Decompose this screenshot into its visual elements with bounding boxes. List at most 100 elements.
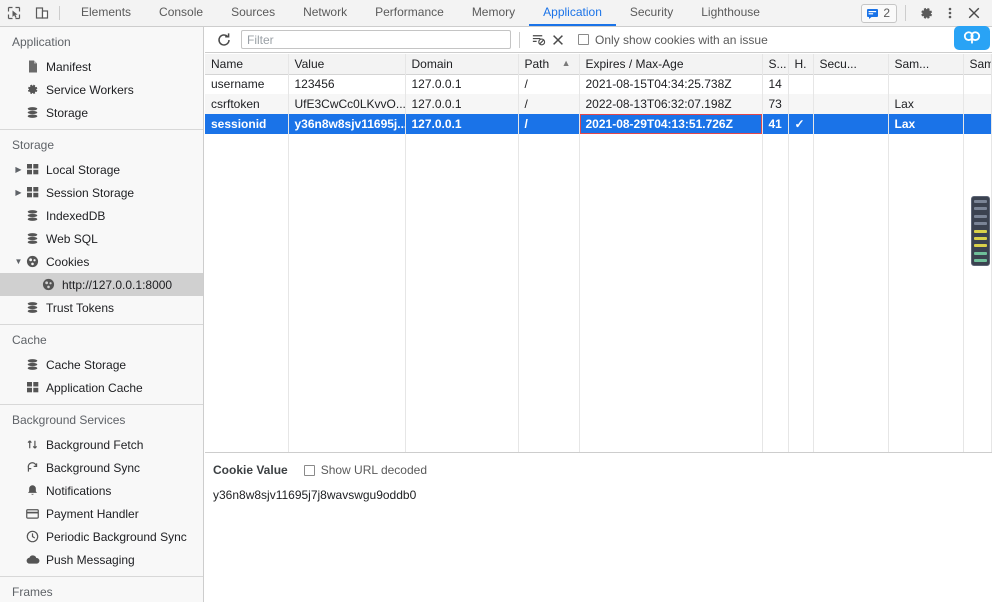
database-icon: [24, 106, 41, 119]
clear-filtered-icon[interactable]: [528, 32, 548, 47]
section-title-storage: Storage: [12, 138, 55, 152]
sidebar-item-label: Periodic Background Sync: [46, 529, 187, 544]
column-header-name[interactable]: Name: [205, 54, 289, 75]
sidebar-item-manifest[interactable]: Manifest: [0, 55, 203, 78]
cell-name: sessionid: [205, 114, 289, 134]
meter-bar: [974, 244, 987, 248]
sidebar-item-notifications[interactable]: Notifications: [0, 479, 203, 502]
column-header-secure[interactable]: Secu...: [813, 54, 889, 75]
panel-tabs: Elements Console Sources Network Perform…: [67, 0, 774, 26]
sidebar-item-label: IndexedDB: [46, 208, 106, 223]
sidebar-item-background-sync[interactable]: Background Sync: [0, 456, 203, 479]
sidebar-item-cache-storage[interactable]: Cache Storage: [0, 353, 203, 376]
cell-expires: 2021-08-29T04:13:51.726Z: [579, 114, 763, 134]
cloud-link-icon[interactable]: [954, 26, 990, 50]
checkbox-box[interactable]: [578, 34, 589, 45]
column-header-samesite[interactable]: Sam...: [888, 54, 964, 75]
tab-label: Elements: [81, 5, 132, 19]
toolbar-divider-2: [905, 5, 906, 21]
sidebar-item-cookie-origin[interactable]: http://127.0.0.1:8000: [0, 273, 203, 296]
sidebar-item-label: Storage: [46, 105, 89, 120]
column-header-value[interactable]: Value: [288, 54, 406, 75]
chevron-down-icon[interactable]: ▼: [13, 257, 24, 266]
sidebar-item-periodic-background-sync[interactable]: Periodic Background Sync: [0, 525, 203, 548]
column-label: Path: [524, 56, 550, 71]
sidebar-item-session-storage[interactable]: ▶ Session Storage: [0, 181, 203, 204]
section-title-application: Application: [12, 35, 71, 49]
column-header-expires[interactable]: Expires / Max-Age: [579, 54, 763, 75]
column-header-domain[interactable]: Domain: [405, 54, 519, 75]
cell-expires-text: 2021-08-29T04:13:51.726Z: [585, 117, 733, 131]
column-header-httponly[interactable]: H.: [788, 54, 814, 75]
cell-samesite: Lax: [888, 114, 964, 134]
message-count: 2: [883, 6, 890, 20]
sidebar-item-background-fetch[interactable]: Background Fetch: [0, 433, 203, 456]
inspect-cursor-icon[interactable]: [0, 0, 28, 26]
sidebar-item-application-cache[interactable]: Application Cache: [0, 376, 203, 399]
tab-label: Application: [543, 5, 602, 19]
cookies-table-container[interactable]: Name Value Domain Path ▲ Expires / Max-A…: [205, 54, 992, 452]
meter-bar: [974, 251, 987, 255]
show-url-decoded-checkbox[interactable]: Show URL decoded: [303, 463, 427, 477]
show-url-decoded-label: Show URL decoded: [320, 463, 427, 477]
cell-value: y36n8w8sjv11695j...: [288, 114, 406, 134]
close-icon[interactable]: [962, 2, 986, 24]
column-header-path[interactable]: Path ▲: [518, 54, 580, 75]
column-header-sameparty[interactable]: Sam...: [963, 54, 992, 75]
tab-label: Console: [159, 5, 204, 19]
column-header-size[interactable]: S...: [762, 54, 789, 75]
gear-icon[interactable]: [914, 2, 938, 24]
tab-sources[interactable]: Sources: [217, 0, 289, 26]
database-icon: [24, 358, 41, 371]
sidebar-item-push-messaging[interactable]: Push Messaging: [0, 548, 203, 571]
sidebar-item-local-storage[interactable]: ▶ Local Storage: [0, 158, 203, 181]
tab-performance[interactable]: Performance: [361, 0, 458, 26]
sidebar-item-web-sql[interactable]: Web SQL: [0, 227, 203, 250]
sidebar-item-service-workers[interactable]: Service Workers: [0, 78, 203, 101]
gear-icon: [24, 83, 41, 96]
cell-size: 14: [762, 74, 789, 94]
filterbar-divider: [519, 31, 520, 48]
cookies-table[interactable]: Name Value Domain Path ▲ Expires / Max-A…: [205, 54, 992, 134]
sidebar-item-trust-tokens[interactable]: Trust Tokens: [0, 296, 203, 319]
chevron-right-icon[interactable]: ▶: [13, 188, 24, 197]
message-count-badge[interactable]: 2: [861, 3, 897, 23]
issue-filter-checkbox[interactable]: Only show cookies with an issue: [578, 33, 768, 47]
refresh-icon[interactable]: [211, 32, 237, 48]
cell-httponly: ✓: [788, 114, 814, 134]
cell-samesite: Lax: [888, 94, 964, 114]
toolbar-divider: [59, 6, 60, 20]
sidebar-item-indexeddb[interactable]: IndexedDB: [0, 204, 203, 227]
table-row[interactable]: username 123456 127.0.0.1 / 2021-08-15T0…: [205, 74, 992, 94]
tab-network[interactable]: Network: [289, 0, 361, 26]
sidebar-item-label: Cache Storage: [46, 357, 127, 372]
application-sidebar[interactable]: Application Manifest Service Workers Sto…: [0, 27, 204, 602]
filter-input[interactable]: [241, 30, 511, 49]
table-row-selected[interactable]: sessionid y36n8w8sjv11695j... 127.0.0.1 …: [205, 114, 992, 134]
performance-meter-overlay[interactable]: [971, 196, 990, 266]
tab-security[interactable]: Security: [616, 0, 687, 26]
tab-application[interactable]: Application: [529, 0, 616, 26]
cell-size: 41: [762, 114, 789, 134]
cell-size: 73: [762, 94, 789, 114]
sidebar-item-cookies[interactable]: ▼ Cookies: [0, 250, 203, 273]
sidebar-item-storage[interactable]: Storage: [0, 101, 203, 124]
table-row[interactable]: csrftoken UfE3CwCc0LKvvO... 127.0.0.1 / …: [205, 94, 992, 114]
tab-lighthouse[interactable]: Lighthouse: [687, 0, 774, 26]
kebab-menu-icon[interactable]: [938, 2, 962, 24]
tab-label: Network: [303, 5, 348, 19]
cell-domain: 127.0.0.1: [405, 94, 519, 114]
clear-all-icon[interactable]: [548, 33, 568, 47]
sidebar-item-label: Cookies: [46, 254, 90, 269]
tab-console[interactable]: Console: [145, 0, 217, 26]
tab-elements[interactable]: Elements: [67, 0, 145, 26]
checkbox-box[interactable]: [303, 464, 315, 476]
sidebar-item-payment-handler[interactable]: Payment Handler: [0, 502, 203, 525]
section-title-background-services: Background Services: [12, 413, 126, 427]
meter-bar: [974, 236, 987, 240]
sidebar-item-label: Service Workers: [46, 82, 134, 97]
cell-name: csrftoken: [205, 94, 289, 114]
tab-memory[interactable]: Memory: [458, 0, 529, 26]
device-toolbar-icon[interactable]: [28, 0, 56, 26]
chevron-right-icon[interactable]: ▶: [13, 165, 24, 174]
